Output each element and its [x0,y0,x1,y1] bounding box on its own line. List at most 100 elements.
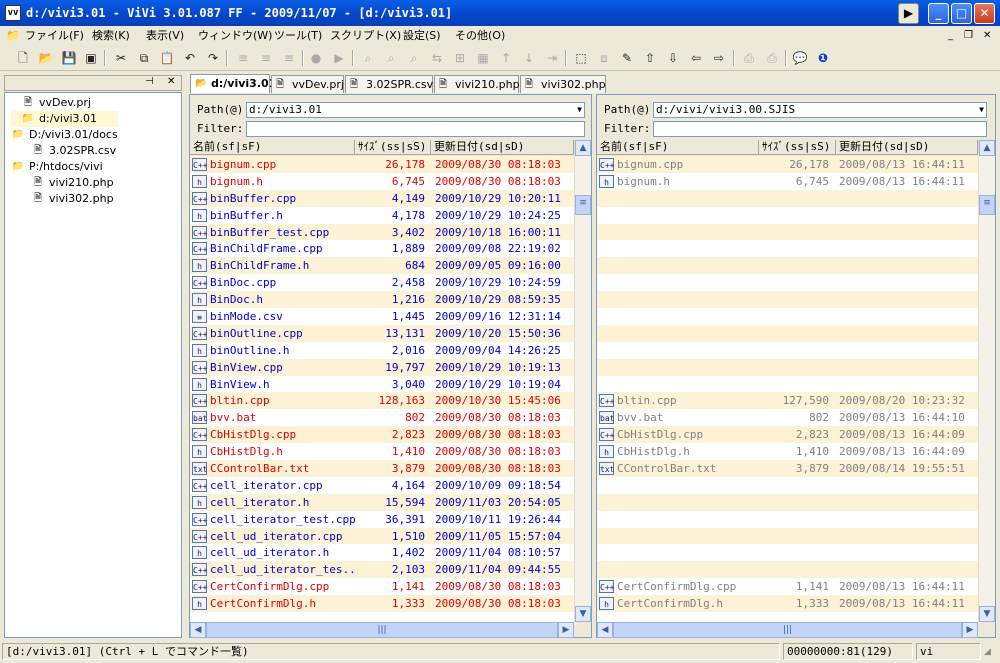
help-icon[interactable]: ❶ [814,49,832,67]
menu-tools[interactable]: ツール(T) [274,28,322,43]
file-row[interactable] [597,342,978,359]
align-right-icon[interactable]: ≡ [280,49,298,67]
nav-down-icon[interactable]: ⇩ [664,49,682,67]
maximize-button[interactable]: □ [951,3,972,24]
tree-item[interactable]: 📁 P:/htdocs/vivi [11,159,118,175]
file-row[interactable]: h CbHistDlg.h 1,410 2009/08/13 16:44:09 [597,443,978,460]
file-row[interactable]: h BinDoc.h 1,216 2009/10/29 08:59:35 [190,291,574,309]
tree-item[interactable]: 📁 d:/vivi3.01 [11,111,118,127]
file-row[interactable]: C++ CertConfirmDlg.cpp 1,141 2009/08/13 16:… [597,578,978,595]
file-row[interactable]: h bignum.h 6,745 2009/08/13 16:44:11 [597,173,978,190]
align-center-icon[interactable]: ≡ [257,49,275,67]
file-row[interactable]: txt CControlBar.txt 3,879 2009/08/30 08:18:… [190,460,574,477]
file-row[interactable] [597,223,978,241]
file-row[interactable] [597,274,978,291]
file-row[interactable] [597,240,978,257]
tree-item[interactable]: 🗎 3.02SPR.csv [11,143,118,159]
right-horizontal-scrollbar[interactable]: ◀ ||| ▶ [597,622,978,638]
find-prev-icon[interactable]: ⌕ [405,49,423,67]
record-icon[interactable]: ● [307,49,325,67]
file-row[interactable] [597,376,978,393]
mdi-minimize-icon[interactable]: _ [948,28,953,43]
file-row[interactable]: h BinView.h 3,040 2009/10/29 10:19:04 [190,376,574,393]
copy-icon[interactable]: ⧉ [135,49,153,67]
file-row[interactable] [597,511,978,528]
resize-grip-icon[interactable]: ◢ [984,647,991,657]
column-name[interactable]: 名前(sf|sF) [597,140,759,155]
project-tree[interactable]: 🗎 vvDev.prj 📁 d:/vivi3.01 📁 D:/vivi3.01/docs 🗎… [4,92,182,638]
play-macro-icon[interactable]: ▶ [330,49,348,67]
scroll-thumb[interactable]: ||| [613,622,962,638]
column-size[interactable]: ｻｲｽﾞ(ss|sS) [355,140,431,155]
find-icon[interactable]: ⌕ [359,49,377,67]
scroll-up-icon[interactable]: ▲ [979,140,995,156]
scroll-thumb[interactable]: ≡ [575,195,591,215]
scroll-left-icon[interactable]: ◀ [190,622,206,638]
file-row[interactable]: C++ cell_ud_iterator_tes... 2,103 2009/11/0… [190,561,574,579]
save-all-icon[interactable]: ▣ [82,49,100,67]
left-vertical-scrollbar[interactable]: ▲ ≡ ▼ [574,140,591,622]
file-row[interactable]: bat bvv.bat 802 2009/08/13 16:44:10 [597,409,978,426]
file-row[interactable]: C++ CbHistDlg.cpp 2,823 2009/08/30 08:18:03 [190,426,574,444]
tree-item[interactable]: 🗎 vvDev.prj [11,95,118,111]
column-date[interactable]: 更新日付(sd|sD) [431,140,574,155]
file-row[interactable] [597,477,978,494]
nav-right-icon[interactable]: ⇨ [710,49,728,67]
file-row[interactable]: C++ BinView.cpp 19,797 2009/10/29 10:19:13 [190,358,574,376]
file-row[interactable]: C++ BinDoc.cpp 2,458 2009/10/29 10:24:59 [190,274,574,291]
grep-icon[interactable]: ⊞ [451,49,469,67]
column-size[interactable]: ｻｲｽﾞ(ss|sS) [759,140,836,155]
file-row[interactable]: h CertConfirmDlg.h 1,333 2009/08/30 08:18:0… [190,595,574,613]
play-icon[interactable]: ▶ [898,3,919,24]
redo-icon[interactable]: ↷ [204,49,222,67]
file-row[interactable]: C++ CbHistDlg.cpp 2,823 2009/08/13 16:44:09 [597,426,978,444]
select-icon[interactable]: ⬚ [572,49,590,67]
right-file-list[interactable]: C++ bignum.cpp 26,178 2009/08/13 16:44:11 h b… [597,156,978,622]
column-date[interactable]: 更新日付(sd|sD) [836,140,978,155]
close-button[interactable]: ✕ [974,3,995,24]
file-row[interactable]: h binOutline.h 2,016 2009/09/04 14:26:25 [190,342,574,359]
mdi-restore-icon[interactable]: ❐ [964,28,973,43]
file-row[interactable] [597,291,978,309]
file-row[interactable]: h CbHistDlg.h 1,410 2009/08/30 08:18:03 [190,443,574,460]
file-row[interactable]: C++ CertConfirmDlg.cpp 1,141 2009/08/30 08:… [190,578,574,595]
file-row[interactable]: h BinChildFrame.h 684 2009/09/05 09:16:00 [190,257,574,275]
tab-vivi210[interactable]: 🗎 vivi210.php [434,75,520,93]
jump-icon[interactable]: ⇥ [543,49,561,67]
cut-icon[interactable]: ✂ [112,49,130,67]
sidebar-close-icon[interactable]: ✕ [167,76,175,87]
arrow-down-icon[interactable]: ↓ [520,49,538,67]
tree-item[interactable]: 📁 D:/vivi3.01/docs [11,127,118,143]
file-row[interactable] [597,207,978,224]
file-row[interactable] [597,308,978,325]
scroll-down-icon[interactable]: ▼ [575,606,591,622]
find-next-icon[interactable]: ⌕ [382,49,400,67]
tab-vvdev-prj[interactable]: 🗎 vvDev.prj [271,75,344,93]
paste-icon[interactable]: 📋 [158,49,176,67]
column-name[interactable]: 名前(sf|sF) [190,140,355,155]
menu-view[interactable]: 表示(V) [146,28,184,43]
print-preview-icon[interactable]: ⎙ [763,49,781,67]
mdi-close-icon[interactable]: ✕ [983,28,991,43]
scroll-up-icon[interactable]: ▲ [575,140,591,156]
minimize-button[interactable]: _ [928,3,949,24]
file-row[interactable]: C++ cell_iterator.cpp 4,164 2009/10/09 09:1… [190,477,574,494]
nav-up-icon[interactable]: ⇧ [641,49,659,67]
arrow-up-icon[interactable]: ↑ [497,49,515,67]
align-left-icon[interactable]: ≡ [234,49,252,67]
menu-other[interactable]: その他(O) [455,28,505,43]
file-row[interactable]: h cell_iterator.h 15,594 2009/11/03 20:54:0… [190,493,574,511]
file-row[interactable]: h CertConfirmDlg.h 1,333 2009/08/13 16:44:1… [597,595,978,613]
file-row[interactable]: C++ binOutline.cpp 13,131 2009/10/20 15:50:… [190,324,574,342]
left-filter-input[interactable] [246,121,585,137]
file-row[interactable] [597,561,978,579]
menu-search[interactable]: 検索(K) [92,28,130,43]
replace-icon[interactable]: ⇆ [428,49,446,67]
file-row[interactable]: txt CControlBar.txt 3,879 2009/08/14 19:55:… [597,460,978,477]
edit-icon[interactable]: ✎ [618,49,636,67]
file-row[interactable] [597,493,978,511]
right-vertical-scrollbar[interactable]: ▲ ≡ ▼ [978,140,995,622]
dropdown-arrow-icon[interactable]: ▼ [577,103,582,117]
undo-icon[interactable]: ↶ [181,49,199,67]
file-row[interactable] [597,358,978,376]
